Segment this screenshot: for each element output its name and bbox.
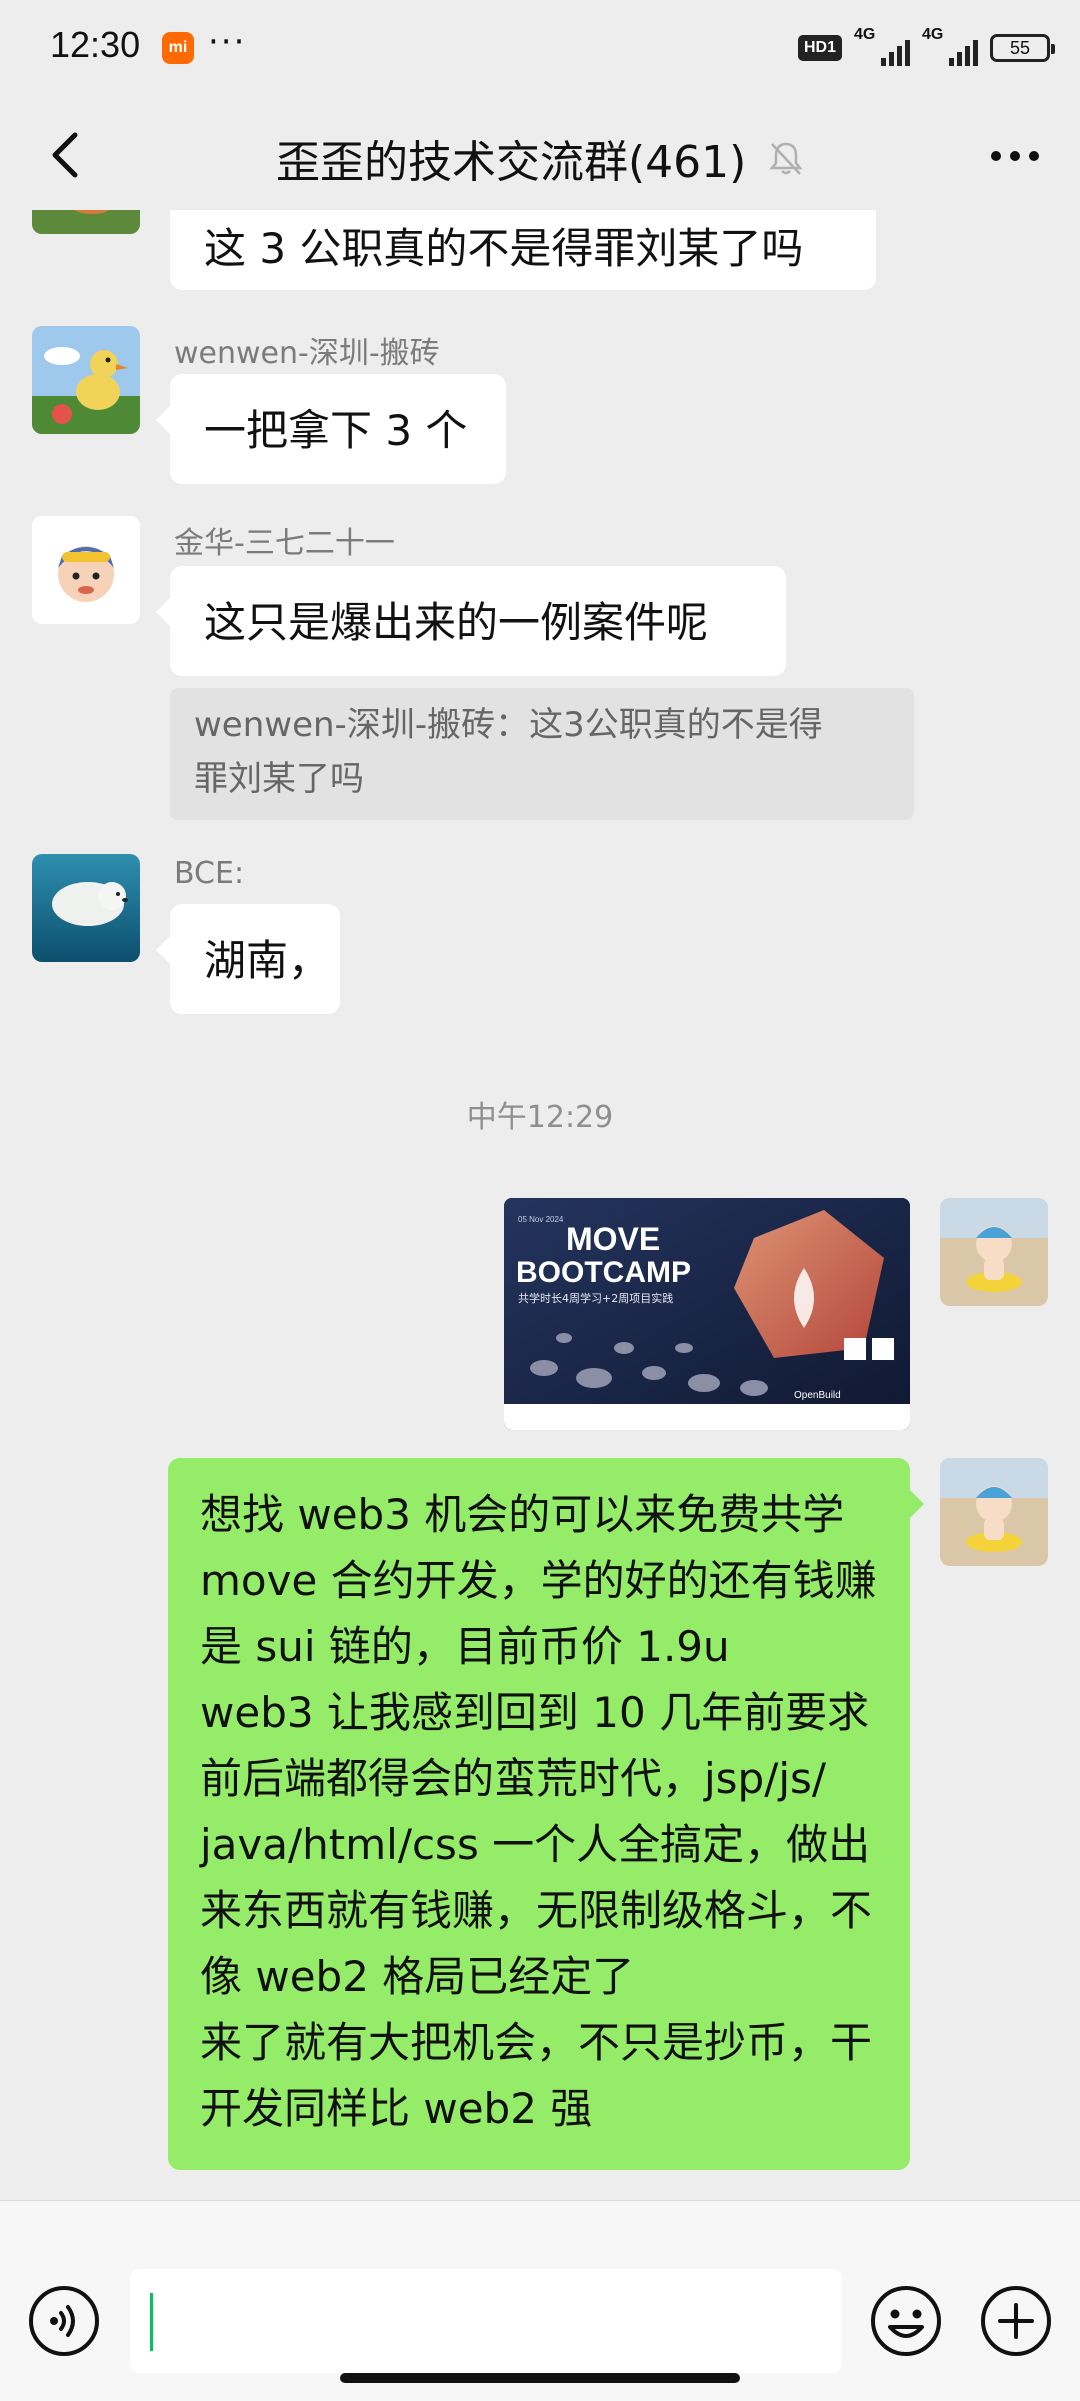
time-separator: 中午12:29 [466,1100,614,1135]
quote-text-line-1: wenwen-深圳-搬砖：这3公职真的不是得 [194,705,823,745]
plus-circle-icon [981,2286,1051,2356]
avatar[interactable] [32,326,140,434]
my-avatar[interactable] [940,1458,1048,1566]
more-button[interactable] [980,128,1050,184]
signal-icon-2: 4G [922,26,978,66]
message-line: 是 sui 链的，目前币价 1.9u [200,1622,730,1671]
message-text: 这只是爆出来的一例案件呢 [204,598,709,647]
message-bubble[interactable]: 一把拿下 3 个 [156,374,506,484]
voice-icon [29,2286,99,2356]
battery-icon: 55 [990,34,1055,62]
sender-name: 金华-三七二十一 [174,526,395,561]
more-dots-icon [991,151,1039,161]
status-time: 12:30 [50,24,141,65]
image-title-line-1: MOVE [566,1221,660,1257]
image-date: 05 Nov 2024 [518,1215,564,1224]
add-button[interactable] [980,2285,1052,2357]
message-line: 来了就有大把机会，不只是抄币，干 [200,2018,873,2067]
chat-title: 歪歪的技术交流群(461) [276,137,747,188]
chat-title-group: 歪歪的技术交流群(461) [276,126,806,190]
sender-name: BCE: [174,856,245,891]
network-label-1: 4G [854,26,876,43]
input-bar [0,2200,1080,2401]
my-avatar[interactable] [940,1198,1048,1306]
chat-message-list[interactable]: 这 3 公职真的不是得罪刘某了吗 wenwen-深圳-搬砖 一把拿下 3 个 金… [0,210,1080,2200]
message-bubble[interactable]: 这 3 公职真的不是得罪刘某了吗 [170,210,876,290]
status-bar: 12:30 mi ··· HD1 4G 4G 55 [0,0,1080,100]
message-input[interactable] [130,2269,842,2373]
message-line: 像 web2 格局已经定了 [200,1952,635,2001]
notification-dots-icon: ··· [208,22,247,62]
chat-header: 歪歪的技术交流群(461) [0,100,1080,210]
message-line: 开发同样比 web2 强 [200,2084,593,2133]
status-indicators: HD1 4G 4G 55 [797,26,1055,66]
message-bubble[interactable]: 这只是爆出来的一例案件呢 [156,566,786,676]
message-text: 一把拿下 3 个 [204,406,468,455]
message-line: web3 让我感到回到 10 几年前要求 [200,1688,870,1737]
message-line: 想找 web3 机会的可以来免费共学 [200,1490,845,1539]
emoji-icon [871,2286,941,2356]
avatar[interactable] [32,516,140,624]
image-subtitle: 共学时长4周学习+2周项目实践 [518,1291,673,1305]
text-caret [150,2293,153,2351]
hd-badge: HD1 [797,35,842,61]
mi-app-icon: mi [162,32,194,64]
network-label-2: 4G [922,26,944,43]
sender-name: wenwen-深圳-搬砖 [174,336,440,371]
message-text: 这 3 公职真的不是得罪刘某了吗 [204,224,804,273]
quoted-message[interactable]: wenwen-深圳-搬砖：这3公职真的不是得 罪刘某了吗 [170,688,914,820]
back-button[interactable] [30,120,100,190]
quote-text-line-2: 罪刘某了吗 [194,759,364,799]
message-line: move 合约开发，学的好的还有钱赚 [200,1556,877,1605]
message-line: 前后端都得会的蛮荒时代，jsp/js/ [200,1754,827,1803]
message-text: 湖南， [204,936,331,985]
home-indicator[interactable] [340,2373,740,2383]
message-bubble[interactable]: 湖南， [156,904,340,1014]
battery-level: 55 [1009,37,1031,58]
signal-icon-1: 4G [854,26,910,66]
voice-button[interactable] [28,2285,100,2357]
avatar[interactable] [32,854,140,962]
message-line: java/html/css 一个人全搞定，做出 [200,1820,871,1869]
image-footer: OpenBuild [794,1390,841,1401]
message-line: 来东西就有钱赚，无限制级格斗，不 [200,1886,873,1935]
image-message[interactable]: MOVE BOOTCAMP 05 Nov 2024 共学时长4周学习+2周项目实… [504,1198,910,1430]
avatar[interactable] [32,210,140,234]
emoji-button[interactable] [870,2285,942,2357]
chevron-left-icon [52,132,78,178]
my-message-bubble[interactable]: 想找 web3 机会的可以来免费共学 move 合约开发，学的好的还有钱赚 是 … [168,1458,924,2170]
image-title-line-2: BOOTCAMP [516,1256,691,1289]
bell-off-icon [769,142,803,175]
